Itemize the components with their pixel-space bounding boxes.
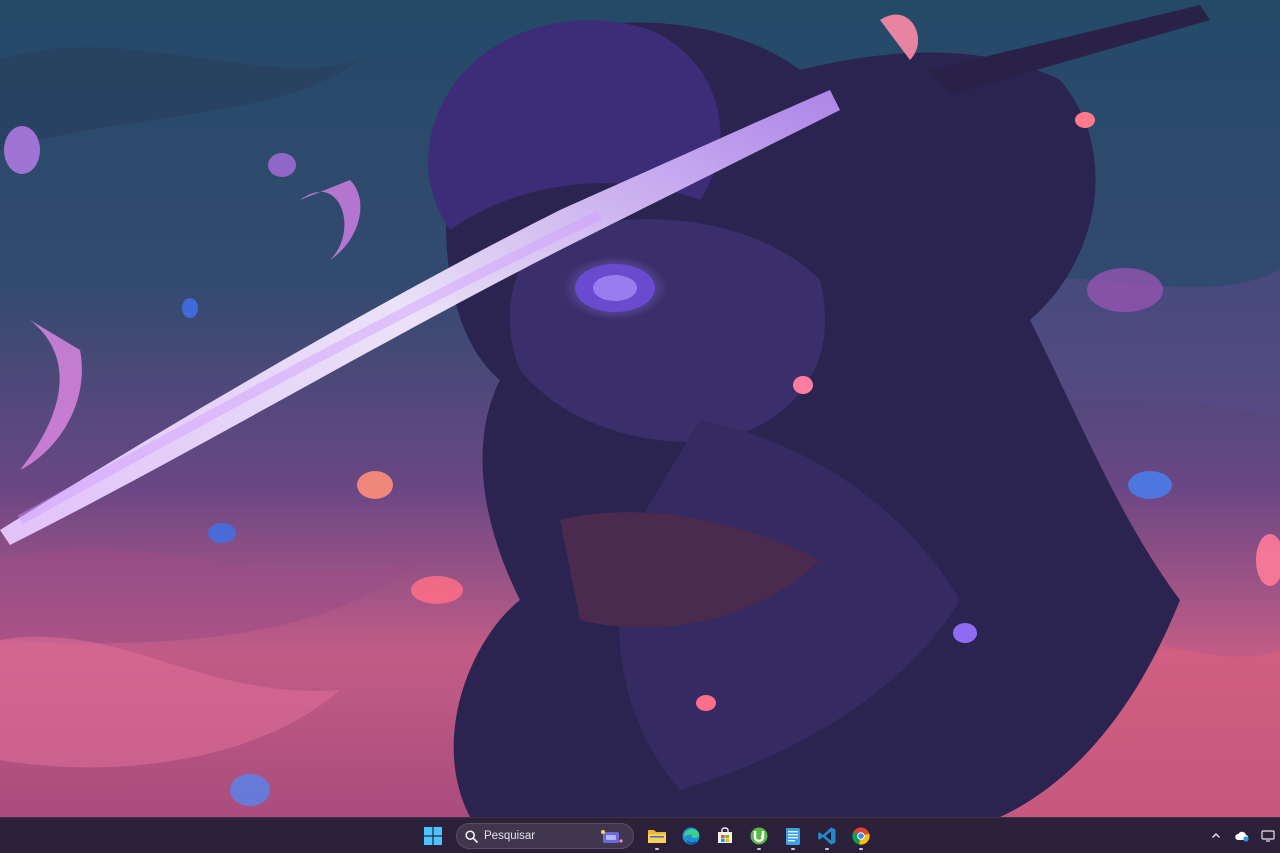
start-button[interactable] [418, 821, 448, 851]
folder-icon [648, 830, 666, 843]
store-button[interactable] [710, 821, 740, 851]
vscode-icon [818, 827, 836, 845]
running-indicator [757, 848, 761, 850]
running-indicator [825, 848, 829, 850]
running-indicator [655, 848, 659, 850]
search-icon [465, 829, 478, 843]
system-tray [1208, 818, 1280, 853]
taskbar: Pesquisar [0, 817, 1280, 853]
vscode-button[interactable] [812, 821, 842, 851]
utorrent-icon [750, 827, 768, 845]
show-desktop-button[interactable] [1260, 828, 1276, 844]
windows-logo-icon [424, 827, 442, 845]
search-highlight-icon [601, 830, 623, 843]
running-indicator [859, 848, 863, 850]
show-hidden-icons-button[interactable] [1208, 828, 1224, 844]
store-icon [718, 827, 732, 843]
taskbar-apps: Pesquisar [418, 818, 876, 853]
onedrive-icon [1235, 831, 1249, 842]
desktop: Pesquisar [0, 0, 1280, 853]
taskbar-search-box[interactable]: Pesquisar [456, 823, 634, 849]
show-desktop-icon [1261, 830, 1275, 842]
edge-browser-icon [682, 827, 700, 845]
notepad-icon [786, 828, 800, 845]
onedrive-tray-button[interactable] [1234, 828, 1250, 844]
utorrent-button[interactable] [744, 821, 774, 851]
edge-button[interactable] [676, 821, 706, 851]
wallpaper-image [0, 0, 1280, 817]
chrome-button[interactable] [846, 821, 876, 851]
running-indicator [791, 848, 795, 850]
search-placeholder: Pesquisar [484, 830, 536, 842]
file-explorer-button[interactable] [642, 821, 672, 851]
chrome-icon [852, 827, 870, 845]
notepad-button[interactable] [778, 821, 808, 851]
chevron-up-icon [1212, 833, 1220, 838]
